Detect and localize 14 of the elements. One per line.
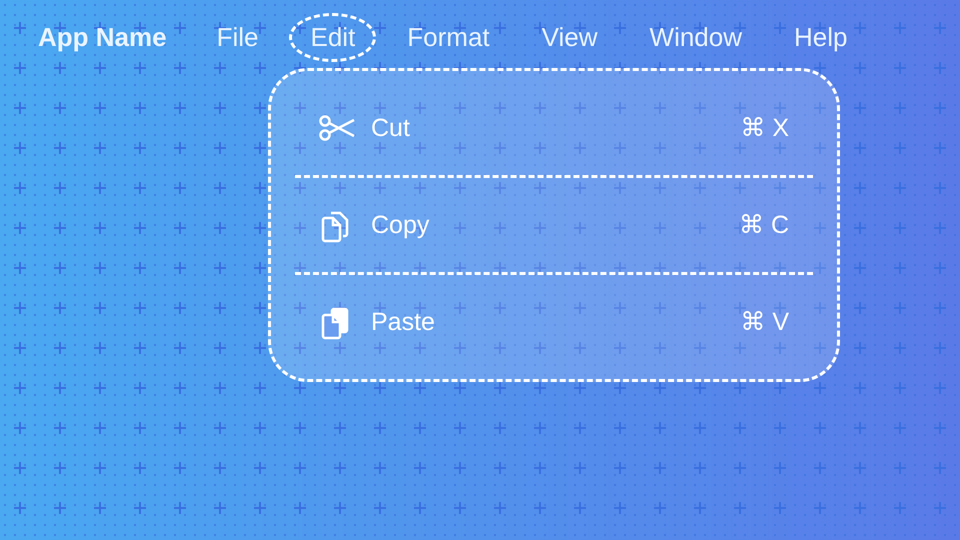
menu-bar-item[interactable]: Format [386, 12, 511, 62]
menu-item[interactable]: Copy [371, 210, 739, 240]
shortcut-label: ⌘ C [739, 210, 789, 240]
menu-bar-item[interactable]: Window [628, 12, 764, 62]
scissors-icon [319, 114, 355, 142]
shortcut-label: ⌘ V [740, 307, 789, 337]
menu-item[interactable]: Paste [371, 308, 740, 336]
menu-bar-item[interactable]: View [520, 12, 619, 62]
menu-bar-item[interactable]: Edit [289, 12, 376, 62]
app-name: App Name [38, 22, 167, 52]
menu-bar-item[interactable]: Help [773, 12, 868, 62]
menu-item[interactable]: Cut [371, 114, 740, 142]
shortcut-label: ⌘ X [740, 113, 789, 143]
menu-bar-item[interactable]: File [196, 12, 280, 62]
